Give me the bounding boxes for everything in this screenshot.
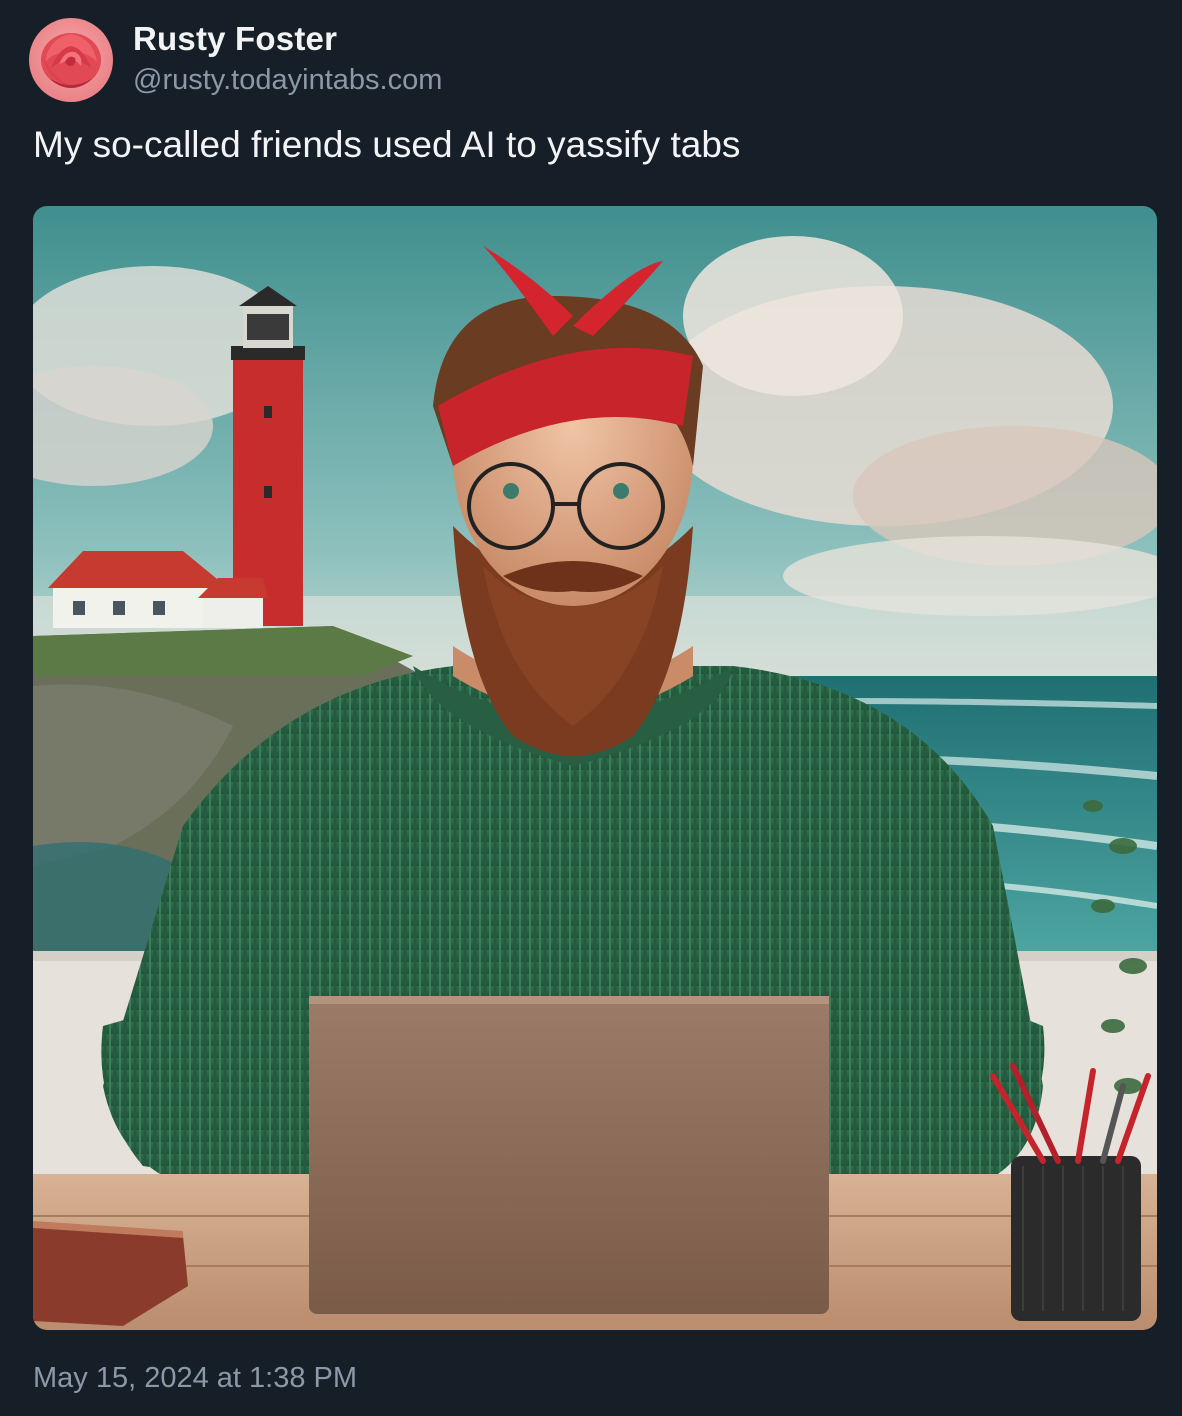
post-text: My so-called friends used AI to yassify … (33, 124, 741, 165)
author-avatar[interactable] (29, 18, 113, 102)
post-card: Rusty Foster @rusty.todayintabs.com My s… (0, 0, 1182, 1416)
post-timestamp[interactable]: May 15, 2024 at 1:38 PM (33, 1362, 357, 1395)
author-handle[interactable]: @rusty.todayintabs.com (133, 64, 442, 97)
embedded-photo (33, 206, 1157, 1330)
author-name[interactable]: Rusty Foster (133, 20, 337, 58)
post-image[interactable] (33, 206, 1157, 1330)
rose-avatar-icon (29, 18, 113, 102)
